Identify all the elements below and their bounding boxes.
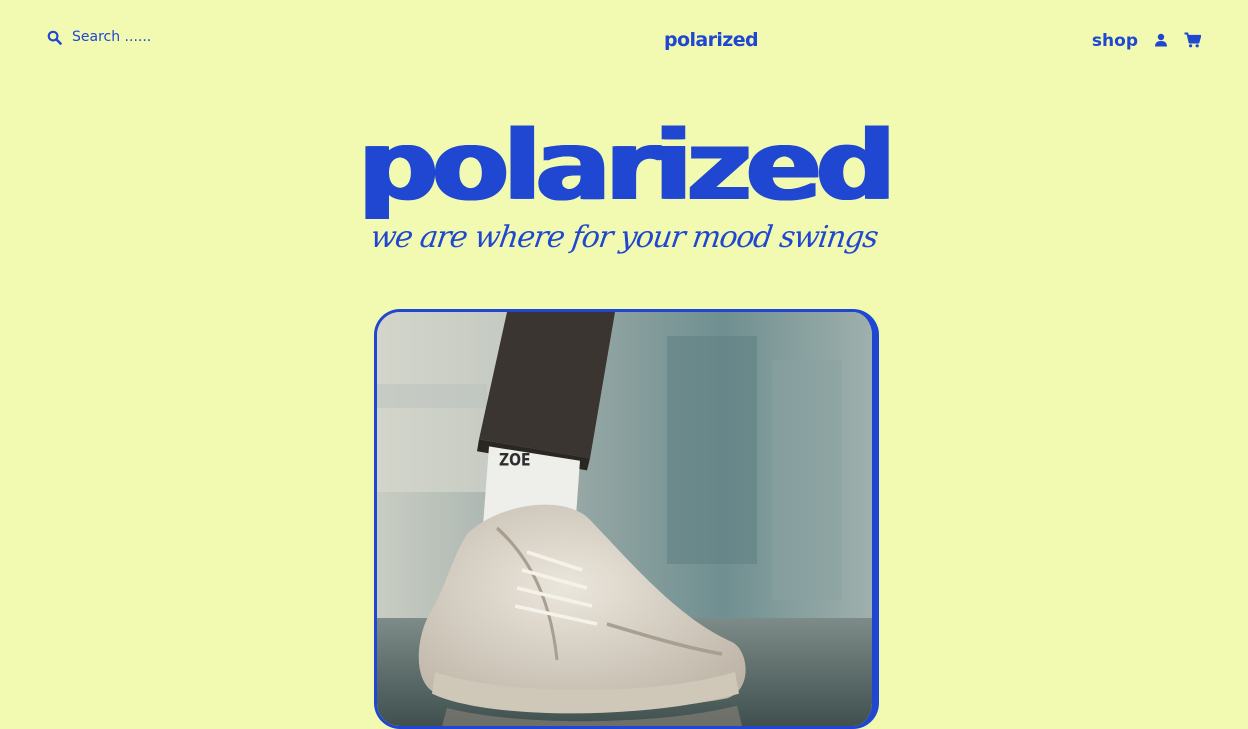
shop-link[interactable]: shop (1092, 31, 1138, 51)
search-bar[interactable] (47, 29, 192, 45)
sneaker-photo: ZOE (377, 312, 872, 726)
search-input[interactable] (72, 29, 192, 45)
cart-icon[interactable] (1184, 32, 1201, 48)
header-nav: shop (1092, 29, 1201, 51)
hero-photo-card: ZOE (374, 309, 879, 729)
hero-title: polarized (357, 110, 896, 223)
site-header: polarized shop (0, 0, 1248, 80)
hero-tagline: we are where for your mood swings (368, 220, 880, 255)
user-icon[interactable] (1154, 33, 1168, 47)
sock-text: ZOE (499, 450, 531, 470)
brand-logo[interactable]: polarized (664, 29, 759, 51)
search-icon[interactable] (47, 30, 62, 45)
